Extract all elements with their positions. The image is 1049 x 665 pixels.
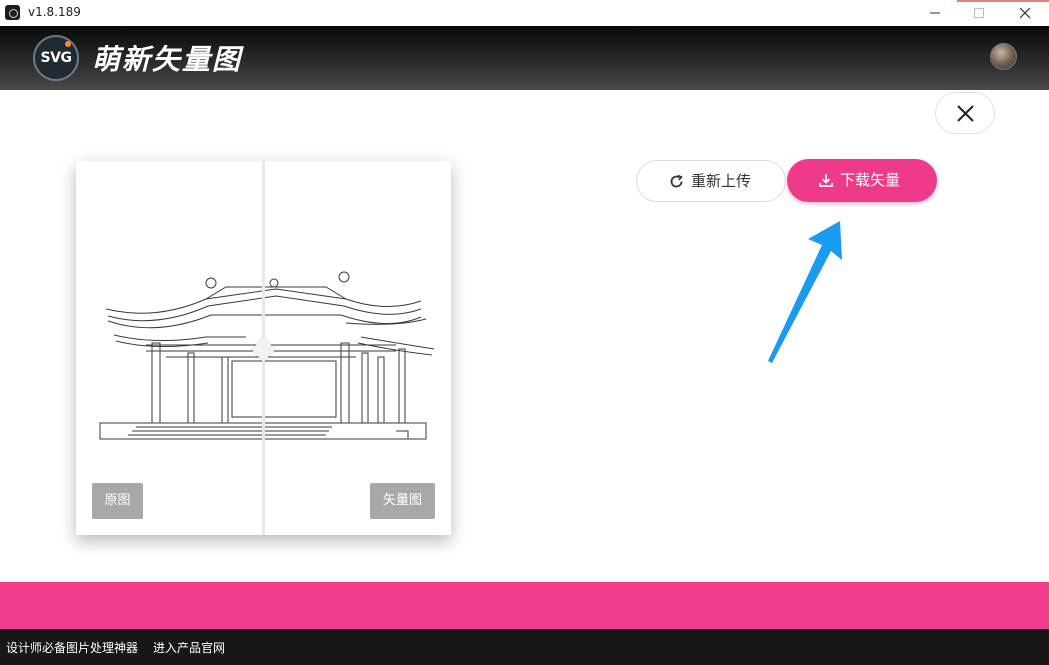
logo-badge: SVG bbox=[33, 35, 79, 81]
footer-bar: 设计师必备图片处理神器 进入产品官网 bbox=[0, 629, 1049, 665]
user-avatar[interactable] bbox=[990, 43, 1017, 70]
footer-link-tagline[interactable]: 设计师必备图片处理神器 bbox=[6, 639, 138, 656]
app-version: v1.8.189 bbox=[28, 5, 81, 19]
annotation-arrow-icon bbox=[768, 221, 842, 363]
close-result-button[interactable] bbox=[935, 92, 995, 134]
reupload-button[interactable]: 重新上传 bbox=[636, 160, 786, 202]
vector-image-tag: 矢量图 bbox=[370, 483, 435, 519]
app-icon bbox=[5, 5, 20, 20]
logo-text: SVG bbox=[40, 50, 72, 66]
download-label: 下载矢量 bbox=[840, 171, 901, 189]
app-header: SVG 萌新矢量图 bbox=[0, 26, 1049, 90]
maximize-button[interactable] bbox=[956, 0, 1002, 26]
reupload-label: 重新上传 bbox=[691, 172, 752, 190]
maximize-icon bbox=[974, 8, 984, 18]
rocket-icon bbox=[65, 41, 71, 47]
download-vector-button[interactable]: 下载矢量 bbox=[787, 159, 937, 202]
brand-name: 萌新矢量图 bbox=[92, 43, 243, 76]
original-image-tag: 原图 bbox=[92, 483, 143, 519]
comparison-preview[interactable]: 原图 矢量图 bbox=[76, 161, 451, 535]
minimize-icon bbox=[930, 12, 940, 14]
download-icon bbox=[819, 174, 833, 187]
bottom-accent-band bbox=[0, 582, 1049, 629]
refresh-icon bbox=[670, 174, 683, 188]
close-icon bbox=[1020, 8, 1031, 19]
window-close-button[interactable] bbox=[1002, 0, 1048, 26]
footer-link-official-site[interactable]: 进入产品官网 bbox=[153, 639, 225, 656]
minimize-button[interactable] bbox=[912, 0, 958, 26]
window-titlebar: v1.8.189 bbox=[0, 0, 1049, 27]
close-icon bbox=[957, 105, 974, 122]
